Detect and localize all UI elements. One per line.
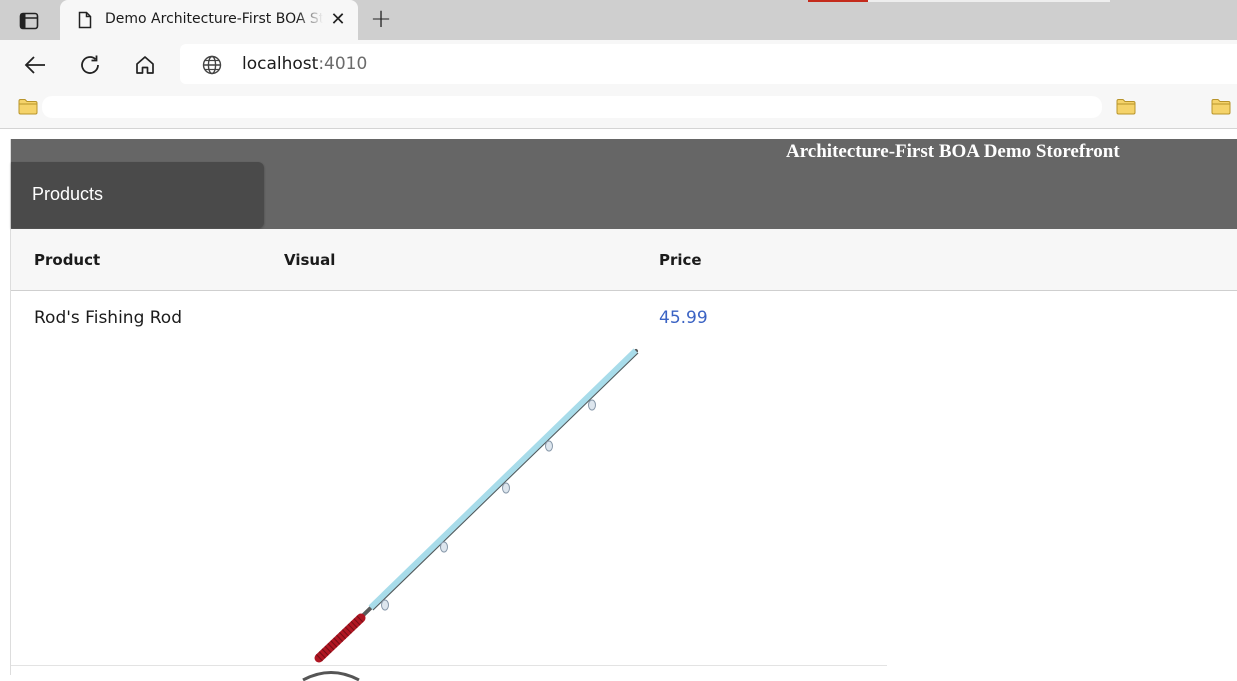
tab-strip-indicator-light [868, 0, 1110, 2]
close-icon[interactable]: ✕ [328, 10, 348, 30]
browser-toolbar: localhost:4010 [0, 40, 1237, 88]
url-port: :4010 [318, 54, 368, 74]
url-text: localhost:4010 [242, 54, 367, 74]
fishing-rod-image [314, 348, 639, 663]
favorites-bar [0, 88, 1237, 129]
folder-icon[interactable] [1211, 98, 1231, 119]
tab-actions-icon[interactable] [14, 9, 44, 33]
tab-strip-indicator [808, 0, 868, 2]
browser-tab-strip: Demo Architecture-First BOA Storefront ✕… [0, 0, 1237, 40]
nav-products-label: Products [32, 184, 104, 204]
new-tab-icon[interactable]: + [368, 6, 394, 33]
active-browser-tab[interactable]: Demo Architecture-First BOA Storefront ✕ [60, 0, 358, 40]
refresh-icon[interactable] [76, 51, 104, 79]
site-header: Architecture-First BOA Demo Storefront P… [11, 139, 1237, 229]
tab-title: Demo Architecture-First BOA Storefront [105, 11, 323, 27]
nav-products-tab[interactable]: Products [11, 162, 264, 228]
column-header-visual: Visual [284, 251, 336, 269]
back-arrow-icon[interactable] [21, 51, 49, 79]
web-page: Architecture-First BOA Demo Storefront P… [10, 139, 1237, 681]
redacted-favorites [42, 96, 1102, 118]
home-icon[interactable] [131, 51, 159, 79]
column-header-price: Price [659, 251, 702, 269]
table-header: Product Visual Price [11, 229, 1237, 291]
folder-icon[interactable] [1116, 98, 1136, 119]
product-name: Rod's Fishing Rod [34, 308, 183, 328]
rod-reel-image [302, 671, 360, 681]
address-bar[interactable]: localhost:4010 [180, 44, 1237, 84]
product-price[interactable]: 45.99 [659, 308, 708, 328]
site-title: Architecture-First BOA Demo Storefront [786, 141, 1120, 162]
page-icon [78, 11, 92, 33]
table-row[interactable]: Rod's Fishing Rod 45.99 [11, 291, 887, 666]
folder-icon[interactable] [18, 98, 38, 119]
globe-icon [202, 55, 222, 79]
url-host: localhost [242, 54, 319, 74]
column-header-product: Product [34, 251, 101, 269]
